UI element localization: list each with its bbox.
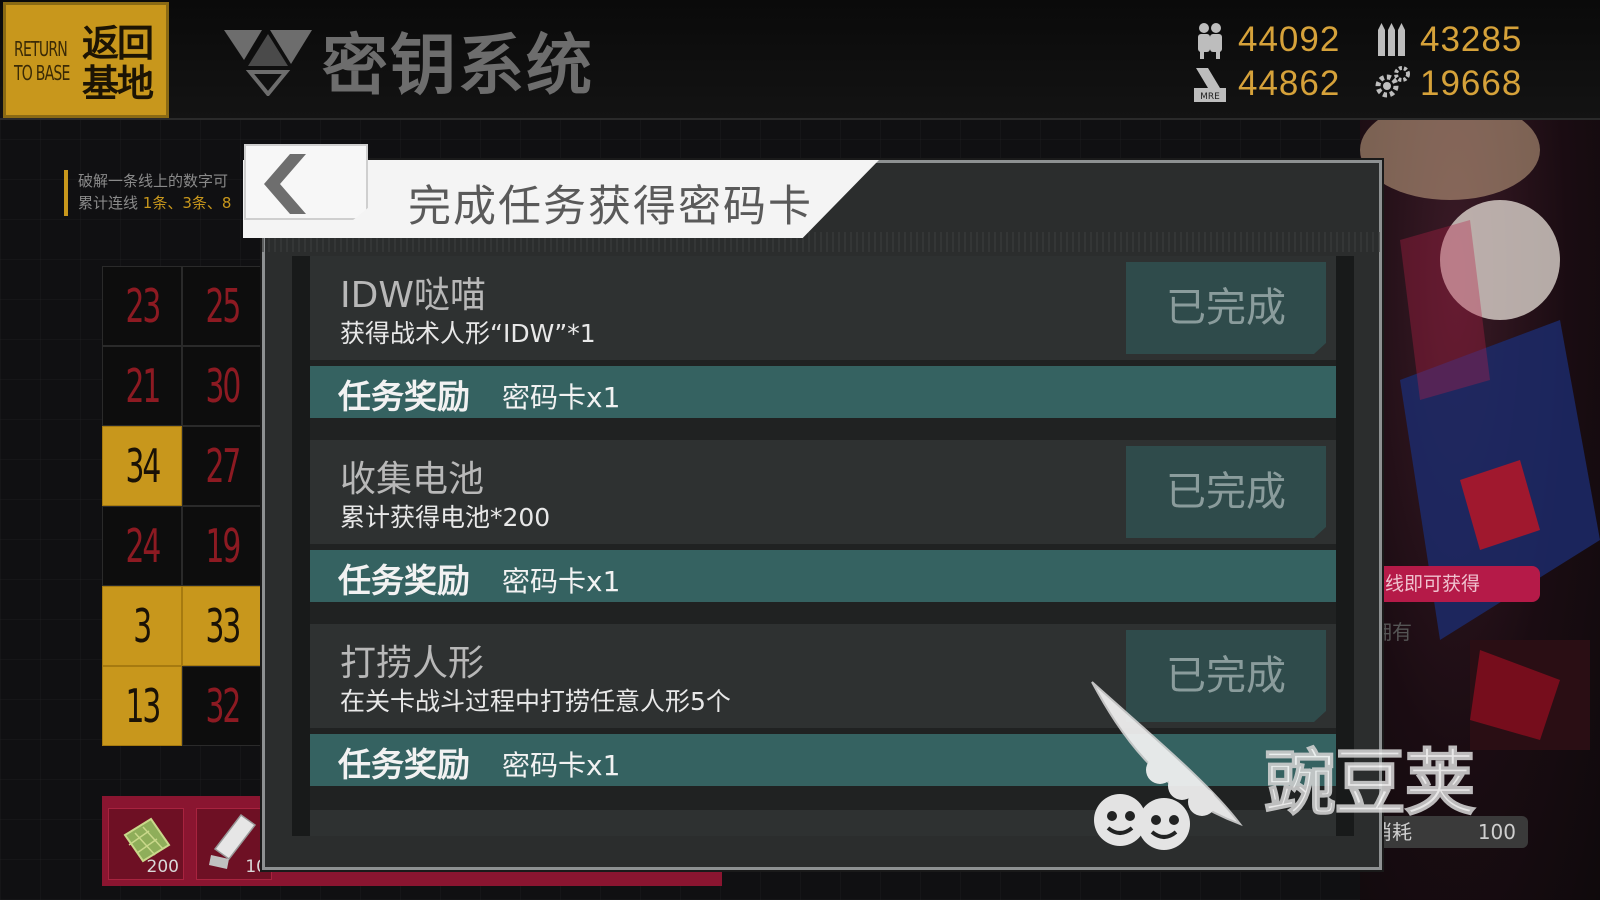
hint-line-1: 破解一条线上的数字可 [78,172,229,190]
task-reward-bar: 任务奖励 密码卡x1 [310,550,1336,602]
grid-cell-number: 3 [133,599,153,653]
tray-count: 200 [146,857,179,877]
reward-item: 密码卡x1 [502,749,621,782]
return-button-cn-label: 返回基地 [82,21,154,105]
rations-icon: MRE [1194,68,1226,102]
manpower-value: 44092 [1238,20,1341,59]
grid-cell[interactable]: 32 [182,666,262,746]
task-desc: 累计获得电池*200 [340,503,551,532]
grid-cell[interactable]: 33 [182,586,262,666]
task-body: 收集电池 累计获得电池*200 已完成 [310,440,1336,544]
reward-item: 密码卡x1 [502,565,621,598]
grid-cell[interactable]: 24 [102,506,182,586]
system-title: 密钥系统 [322,26,594,104]
grid-cell-number: 13 [125,679,161,733]
task-status-button[interactable]: 已完成 [1126,262,1326,354]
task-item: IDW哒喵 获得战术人形“IDW”*1 已完成 任务奖励 密码卡x1 [310,256,1336,424]
dialog-title: 完成任务获得密码卡 [408,182,813,232]
grid-cell[interactable]: 19 [182,506,262,586]
grid-cell[interactable]: 13 [102,666,182,746]
hint-line-2: 累计连线 1条、3条、8 [78,192,244,214]
resource-ammo: 43285 [1372,18,1522,62]
task-item: 收集电池 累计获得电池*200 已完成 任务奖励 密码卡x1 [310,440,1336,608]
resource-manpower: 44092 [1190,18,1340,62]
triangle-logo-icon [224,30,312,96]
task-desc: 获得战术人形“IDW”*1 [340,319,596,348]
task-name: 打捞人形 [340,643,485,684]
ammo-icon [1378,23,1405,56]
task-name: IDW哒喵 [340,275,486,316]
grid-cell-number: 25 [205,279,241,333]
game-screen: RETURN TO BASE 返回基地 密钥系统 44092 43285 MRE… [0,0,1600,900]
task-reward-bar: 任务奖励 密码卡x1 [310,366,1336,418]
grid-cell[interactable]: 30 [182,346,262,426]
rations-tag: MRE [1200,92,1220,102]
grid-cell-number: 19 [205,519,241,573]
grid-cell[interactable]: 25 [182,266,262,346]
task-status-button[interactable]: 已完成 [1126,446,1326,538]
top-bar: RETURN TO BASE 返回基地 密钥系统 44092 43285 MRE… [0,0,1600,120]
hint-line-2-prefix: 累计连线 [78,194,139,212]
grid-cell-number: 23 [125,279,161,333]
grid-cell[interactable]: 21 [102,346,182,426]
hint-line-2-highlight: 1条、3条、8 [142,194,232,212]
grid-cell[interactable]: 23 [102,266,182,346]
grid-cell-number: 27 [205,439,241,493]
resource-rations: MRE 44862 [1190,62,1340,106]
reward-item: 密码卡x1 [502,381,621,414]
reward-tag: 条线即可获得 [1360,566,1540,602]
grid-cell[interactable]: 34 [102,426,182,506]
grid-cell-number: 33 [205,599,241,653]
rations-value: 44862 [1238,64,1341,103]
tray-item-card[interactable]: 200 [108,808,184,880]
reward-label: 任务奖励 [338,745,470,784]
grid-cell-number: 21 [125,359,161,413]
back-button[interactable] [244,144,368,220]
reward-label: 任务奖励 [338,561,470,600]
gears-icon [1375,66,1410,98]
return-button-en-label: RETURN TO BASE [14,37,70,85]
tray-item-book[interactable]: 10 [196,808,272,880]
grid-cell-number: 34 [125,439,161,493]
grid-cell-number: 24 [125,519,161,573]
grid-cell-number: 30 [205,359,241,413]
resource-parts: 19668 [1372,62,1522,106]
parts-value: 19668 [1420,64,1523,103]
chevron-left-icon [264,154,306,214]
watermark-logo-icon [1091,681,1243,850]
task-name: 收集电池 [340,459,485,500]
manpower-icon [1198,23,1222,59]
ammo-value: 43285 [1420,20,1523,59]
return-to-base-button[interactable]: RETURN TO BASE 返回基地 [3,2,169,118]
grid-cell-number: 32 [205,679,241,733]
number-grid: 23 25 21 30 34 27 24 19 3 33 13 32 [102,266,264,756]
grid-cell[interactable]: 3 [102,586,182,666]
grid-cell[interactable]: 27 [182,426,262,506]
cost-value: 100 [1477,820,1516,844]
task-desc: 在关卡战斗过程中打捞任意人形5个 [340,687,731,716]
board-hint: 破解一条线上的数字可 累计连线 1条、3条、8 [64,170,244,216]
task-body: IDW哒喵 获得战术人形“IDW”*1 已完成 [310,256,1336,360]
reward-label: 任务奖励 [338,377,470,416]
watermark-text: 豌豆荚 [1263,741,1476,826]
